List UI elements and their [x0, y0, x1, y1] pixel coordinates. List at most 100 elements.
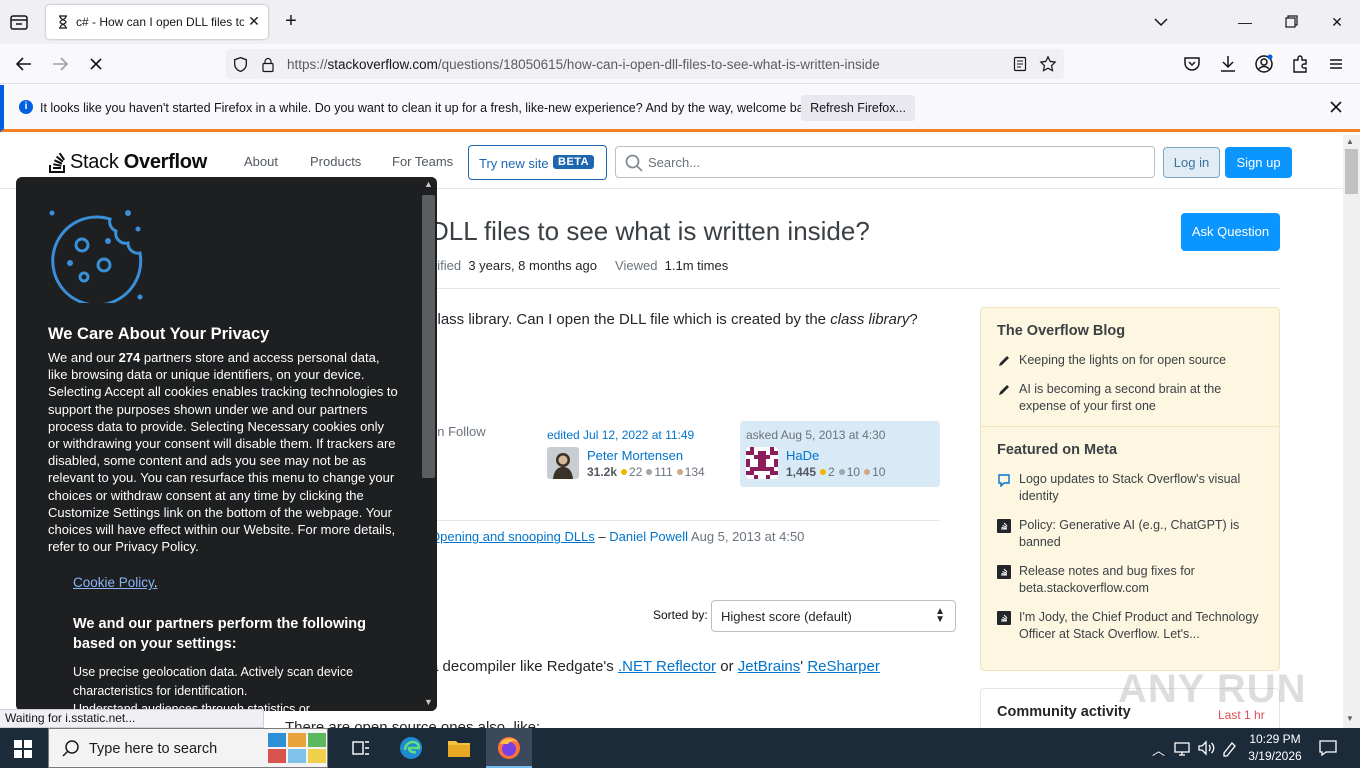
back-arrow-icon[interactable] — [12, 52, 36, 76]
login-button[interactable]: Log in — [1163, 147, 1220, 178]
signup-button[interactable]: Sign up — [1225, 147, 1292, 178]
meta-item[interactable]: I'm Jody, the Chief Product and Technolo… — [997, 609, 1267, 660]
hamburger-menu-icon[interactable] — [1324, 52, 1348, 76]
logo-wordmark: Stack Overflow — [70, 151, 207, 173]
forward-arrow-icon[interactable] — [48, 52, 72, 76]
blog-header: The Overflow Blog — [997, 323, 1126, 339]
nav-for-teams[interactable]: For Teams — [392, 154, 453, 169]
network-icon[interactable] — [1172, 738, 1192, 758]
bookmark-star-icon[interactable] — [1039, 55, 1057, 73]
asker-name[interactable]: HaDe — [786, 448, 819, 463]
nav-products[interactable]: Products — [310, 154, 361, 169]
meta-item[interactable]: Logo updates to Stack Overflow's visual … — [997, 471, 1267, 505]
page-scrollbar[interactable]: ▲ ▼ — [1343, 135, 1360, 728]
restore-button[interactable] — [1276, 8, 1306, 36]
close-window-button[interactable]: ✕ — [1322, 8, 1352, 36]
file-explorer-icon[interactable] — [445, 734, 473, 762]
padlock-icon[interactable] — [260, 56, 276, 73]
keyboard-layout-icon[interactable] — [1220, 738, 1240, 758]
post-actions-follow[interactable]: on Follow — [430, 424, 486, 439]
ask-question-button[interactable]: Ask Question — [1181, 213, 1280, 251]
consent-scroll-thumb[interactable] — [422, 195, 435, 478]
net-reflector-link[interactable]: .NET Reflector — [618, 658, 716, 675]
answer-text-2: There are open source ones also, like: — [285, 719, 541, 728]
try-new-site-label: Try new site — [479, 156, 549, 171]
firefox-refresh-notification: i It looks like you haven't started Fire… — [0, 85, 1360, 132]
tab-close-icon[interactable]: ✕ — [245, 12, 263, 30]
meta-item[interactable]: Release notes and bug fixes for beta.sta… — [997, 563, 1267, 597]
notification-center-icon[interactable] — [1318, 738, 1338, 758]
nav-about[interactable]: About — [244, 154, 278, 169]
stackoverflow-logo[interactable]: Stack Overflow — [48, 150, 228, 176]
close-notification-icon[interactable] — [1326, 97, 1346, 117]
tray-chevron-icon[interactable]: ︿ — [1152, 740, 1165, 759]
loading-hourglass-icon — [59, 15, 67, 29]
divider — [416, 288, 1280, 289]
reader-view-icon[interactable] — [1012, 56, 1028, 72]
notification-message: It looks like you haven't started Firefo… — [40, 101, 820, 115]
meta-header: Featured on Meta — [997, 442, 1118, 458]
tracking-shield-icon[interactable] — [232, 56, 249, 73]
browser-tab-active[interactable]: c# - How can I open DLL files to see wha… — [46, 5, 268, 39]
blog-item[interactable]: Keeping the lights on for open source — [997, 352, 1267, 369]
editor-reputation: 31.2k 22 111 134 — [587, 465, 705, 479]
edited-timestamp[interactable]: edited Jul 12, 2022 at 11:49 — [547, 428, 694, 442]
community-header: Community activity — [997, 704, 1131, 720]
navigation-toolbar: https://stackoverflow.com/questions/1805… — [0, 44, 1360, 84]
question-body: class library. Can I open the DLL file w… — [430, 311, 918, 328]
tab-overflow-chevron-icon[interactable] — [1146, 8, 1176, 36]
comment: Opening and snooping DLLs – Daniel Powel… — [430, 529, 805, 544]
tab-title: c# - How can I open DLL files to see wha… — [76, 15, 244, 29]
list-all-tabs-icon[interactable] — [8, 11, 30, 33]
avatar[interactable] — [547, 447, 579, 479]
extensions-puzzle-icon[interactable] — [1288, 52, 1312, 76]
jetbrains-link[interactable]: JetBrains — [738, 658, 801, 675]
sort-answers-select[interactable]: Highest score (default) ▲ ▼ — [711, 600, 956, 632]
answer-text: a decompiler like Redgate's .NET Reflect… — [430, 658, 880, 675]
site-search-box[interactable] — [615, 146, 1155, 178]
pocket-icon[interactable] — [1180, 52, 1204, 76]
new-tab-button[interactable]: + — [280, 11, 302, 33]
scroll-up-arrow-icon[interactable]: ▲ — [1346, 137, 1354, 146]
editor-name[interactable]: Peter Mortensen — [587, 448, 683, 463]
refresh-firefox-button[interactable]: Refresh Firefox... — [801, 95, 915, 121]
search-input[interactable] — [648, 152, 1138, 172]
consent-title: We Care About Your Privacy — [48, 325, 270, 343]
asker-reputation: 1,445 2 10 10 — [786, 465, 886, 479]
scroll-down-arrow-icon[interactable]: ▼ — [422, 697, 435, 709]
windows-start-icon[interactable] — [14, 740, 32, 758]
comment-user[interactable]: Daniel Powell — [609, 529, 688, 544]
task-view-icon[interactable] — [347, 734, 375, 762]
question-title[interactable]: DLL files to see what is written inside? — [430, 216, 870, 247]
info-icon: i — [19, 100, 33, 114]
page-scroll-thumb[interactable] — [1345, 149, 1358, 194]
blog-item[interactable]: AI is becoming a second brain at the exp… — [997, 381, 1267, 415]
partners-header: We and our partners perform the followin… — [73, 616, 366, 652]
asked-timestamp: asked Aug 5, 2013 at 4:30 — [746, 428, 886, 442]
browser-tab-bar: c# - How can I open DLL files to see wha… — [0, 0, 1360, 44]
meta-item[interactable]: Policy: Generative AI (e.g., ChatGPT) is… — [997, 517, 1267, 551]
speech-bubble-icon — [998, 474, 1010, 487]
avatar[interactable] — [746, 447, 778, 479]
divider — [430, 520, 940, 521]
url-bar[interactable]: https://stackoverflow.com/questions/1805… — [226, 49, 1064, 79]
minimize-button[interactable]: — — [1230, 8, 1260, 36]
stop-loading-icon[interactable] — [84, 52, 108, 76]
volume-icon[interactable] — [1196, 738, 1216, 758]
pencil-icon — [999, 385, 1009, 395]
scroll-down-arrow-icon[interactable]: ▼ — [1346, 714, 1354, 723]
firefox-icon[interactable] — [495, 734, 523, 762]
puzzle-pieces-icon — [268, 733, 326, 763]
account-icon[interactable] — [1252, 52, 1276, 76]
try-new-site-button[interactable]: Try new site BETA — [468, 145, 607, 180]
scroll-up-arrow-icon[interactable]: ▲ — [422, 179, 435, 191]
downloads-icon[interactable] — [1216, 52, 1240, 76]
system-clock[interactable]: 10:29 PM 3/19/2026 — [1245, 731, 1305, 765]
consent-description: We and our 274 partners store and access… — [48, 350, 398, 555]
cookie-policy-link[interactable]: Cookie Policy. — [73, 575, 158, 590]
resharper-link[interactable]: ReSharper — [807, 658, 880, 675]
editor-user-card: edited Jul 12, 2022 at 11:49 Peter Morte… — [541, 421, 731, 485]
comment-link[interactable]: Opening and snooping DLLs — [430, 529, 595, 544]
url-text: https://stackoverflow.com/questions/1805… — [287, 57, 880, 72]
edge-browser-icon[interactable] — [397, 734, 425, 762]
